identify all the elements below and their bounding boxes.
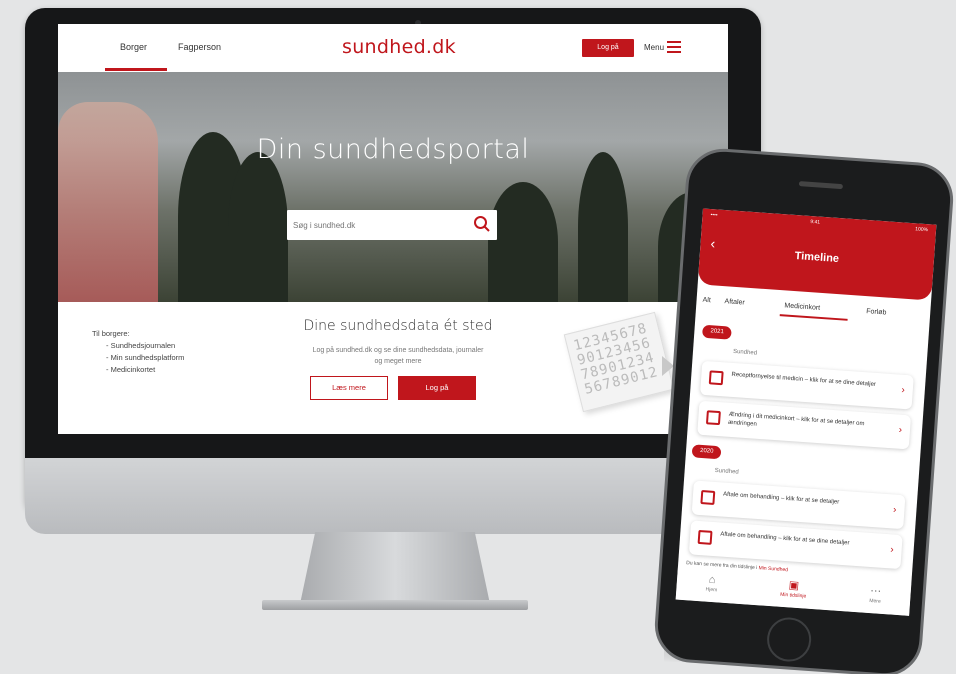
tree-shape [228,152,288,302]
tab-citizen[interactable]: Borger [120,42,147,52]
tab-appointments[interactable]: Aftaler [724,298,745,306]
card-text: Aftale om behandling – klik for at se di… [720,531,850,547]
status-time: 9:41 [810,218,821,226]
card-text: Ændring i dit medicinkort – klik for at … [727,411,865,428]
section-label: Sundhed [714,467,739,476]
search-box [287,210,497,240]
read-more-button[interactable]: Læs mere [310,376,388,400]
hamburger-icon[interactable] [667,41,681,53]
bottom-tab-bar: ⌂ Hjem ▣ Min tidslinje ⋯ Mere [675,567,912,616]
year-badge: 2020 [691,444,722,460]
app-header: •••• 9:41 100% ‹ Timeline [697,208,937,301]
tabbar-label: Hjem [705,586,718,594]
list-item: - Medicinkortet [106,365,156,374]
feature-list: Til borgere: - Sundhedsjournalen - Min s… [92,328,184,376]
timeline-card[interactable]: Ændring i dit medicinkort – klik for at … [697,400,912,450]
status-bar: •••• 9:41 100% [710,212,928,235]
list-item: - Sundhedsjournalen [106,341,176,350]
numbers-illustration: 12345678 90123456 78901234 56789012 [563,311,675,413]
child-figure [58,102,158,302]
chevron-right-icon: › [898,424,903,436]
desktop-screen: Borger Fagperson sundhed.dk Log på Menu … [58,24,728,434]
prescription-icon [708,370,724,386]
year-badge: 2021 [701,324,733,340]
phone-frame: •••• 9:41 100% ‹ Timeline Alt Aftaler Me… [652,146,956,674]
battery-level: 100% [915,226,929,234]
tree-shape [488,182,558,302]
login-button[interactable]: Log på [582,39,634,57]
search-input[interactable] [293,217,463,233]
chevron-right-icon: › [889,544,895,556]
imac-stand [300,532,490,604]
card-text: Aftale om behandling – klik for at se de… [722,491,840,506]
tabbar-label: Mere [869,598,881,605]
imac-foot [262,600,528,610]
site-logo[interactable]: sundhed.dk [342,36,456,58]
tabbar-more[interactable]: ⋯ Mere [850,584,901,606]
phone-device: •••• 9:41 100% ‹ Timeline Alt Aftaler Me… [652,146,956,674]
tab-all[interactable]: Alt [702,297,711,305]
carrier-signal: •••• [710,212,718,219]
chevron-right-icon: › [892,504,897,516]
info-subtitle-line: Log på sundhed.dk og se dine sundhedsdat… [312,347,484,354]
tabbar-timeline[interactable]: ▣ Min tidslinje [768,578,819,600]
footnote-link[interactable]: Min Sundhed [758,565,788,573]
chevron-right-icon: › [901,384,906,396]
menu-label[interactable]: Menu [644,43,664,52]
calendar-icon [700,490,716,505]
tab-professional[interactable]: Fagperson [178,42,221,52]
card-text: Receptfornyelse til medicin – klik for a… [731,371,877,388]
medicine-icon [705,410,721,426]
feature-intro: Til borgere: [92,329,130,338]
section-label: Sundhed [732,348,758,357]
login-cta-button[interactable]: Log på [398,376,476,400]
info-title: Dine sundhedsdata ét sted [303,318,493,334]
search-icon[interactable] [473,215,491,233]
tab-courses[interactable]: Forløb [866,308,887,316]
hero-banner: Din sundhedsportal [58,72,728,302]
tab-medicine-card[interactable]: Medicinkort [784,302,820,311]
imac-chin [25,458,761,534]
tabbar-label: Min tidslinje [779,591,807,600]
hero-title: Din sundhedsportal [256,134,530,165]
calendar-icon [697,529,713,545]
home-button[interactable] [765,616,813,663]
tree-shape [578,152,628,302]
info-subtitle: Log på sundhed.dk og se dine sundhedsdat… [288,345,508,367]
phone-speaker [798,181,844,190]
app-title: Timeline [794,249,840,266]
active-tab-underline [105,68,167,71]
list-item: - Min sundhedsplatform [106,353,185,362]
top-nav: Borger Fagperson sundhed.dk Log på Menu [58,24,728,72]
phone-screen: •••• 9:41 100% ‹ Timeline Alt Aftaler Me… [675,208,937,616]
info-subtitle-line: og meget mere [374,358,422,365]
tabbar-home[interactable]: ⌂ Hjem [686,572,737,594]
info-section: Til borgere: - Sundhedsjournalen - Min s… [58,302,728,434]
